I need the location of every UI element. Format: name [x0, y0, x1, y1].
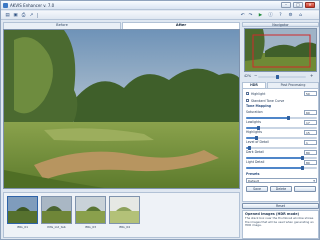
thumbnail-1[interactable] — [7, 196, 38, 224]
zoom-value: 42% — [244, 74, 252, 78]
thumbnail-image — [42, 197, 71, 223]
tone-curve-checkbox[interactable] — [246, 99, 249, 102]
thumbnail-caption: IMG_lod_tab — [47, 225, 66, 229]
param-value[interactable]: 17 — [304, 120, 317, 125]
param-slider[interactable] — [246, 115, 317, 120]
info-icon[interactable]: ⓘ — [267, 12, 274, 19]
thumbnail-image — [76, 197, 105, 223]
preset-select[interactable]: Default — [246, 178, 317, 183]
param-value[interactable]: 80 — [304, 160, 317, 165]
param-value[interactable]: 60 — [304, 110, 317, 115]
toolbar-divider — [37, 13, 38, 18]
tone-curve-label: Standard Tone Curve — [251, 98, 285, 103]
param-value[interactable]: 1 — [304, 140, 317, 145]
minimize-button[interactable]: – — [281, 2, 291, 8]
param-row: Dark Detail 80 — [246, 150, 317, 156]
zoom-in-icon[interactable]: + — [310, 73, 313, 78]
param-value[interactable]: 15 — [304, 130, 317, 135]
thumbnail-caption: IMG_03 — [84, 225, 97, 229]
maximize-button[interactable]: □ — [293, 2, 303, 8]
slider-knob[interactable] — [301, 155, 304, 160]
thumbnail-image — [8, 197, 37, 223]
right-panel: Navigator 42% − + HDR Post Processing Hi… — [242, 22, 319, 239]
highlight-checkbox[interactable] — [246, 92, 249, 95]
help-text: The stack box near the thumbnail window … — [245, 216, 314, 228]
thumbnail-caption: IMG_04 — [118, 225, 131, 229]
param-row: Light Detail 80 — [246, 160, 317, 166]
window-title: AKVIS Enhancer v. 7.0 — [10, 3, 55, 8]
zoom-out-icon[interactable]: − — [254, 73, 257, 78]
view-tabs: Before After — [3, 22, 240, 29]
open-icon[interactable]: ▤ — [4, 12, 11, 19]
slider-fill — [246, 166, 303, 169]
home-icon[interactable]: ⌂ — [297, 12, 304, 19]
thumbnail-image — [110, 197, 139, 223]
param-label: Saturation — [246, 110, 263, 114]
param-slider[interactable] — [246, 155, 317, 160]
param-label: Light Detail — [246, 160, 265, 164]
param-label: Level of Detail — [246, 140, 269, 144]
thumbnail-strip: IMG_01 IMG_lod_tab IMG_03 IMG_04 — [3, 192, 240, 238]
presets-heading: Presets — [246, 172, 260, 176]
navigator-preview[interactable] — [244, 28, 317, 72]
thumbnail-caption: IMG_01 — [16, 225, 29, 229]
tab-before[interactable]: Before — [3, 22, 121, 29]
zoom-row: 42% − + — [244, 73, 317, 80]
slider-fill — [246, 116, 289, 119]
slider-knob[interactable] — [276, 75, 279, 79]
navigator-image — [245, 29, 316, 71]
delete-preset-button[interactable]: Delete — [270, 186, 292, 192]
tab-after[interactable]: After — [122, 22, 240, 29]
save-icon[interactable]: ▣ — [12, 12, 19, 19]
print-icon[interactable]: ⎙ — [20, 12, 27, 19]
tone-mapping-heading: Tone Mapping — [246, 104, 272, 108]
settings-panel: Highlight 50 Standard Tone Curve Tone Ma… — [242, 88, 319, 202]
redo-icon[interactable]: ↷ — [247, 12, 254, 19]
slider-fill — [246, 156, 303, 159]
run-icon[interactable]: ▶ — [257, 12, 264, 19]
image-preview[interactable] — [3, 29, 240, 189]
param-row: Level of Detail 1 — [246, 140, 317, 146]
highlight-value[interactable]: 50 — [304, 91, 317, 96]
reset-preset-button[interactable] — [294, 186, 316, 192]
param-row: Saturation 60 — [246, 110, 317, 116]
slider-knob[interactable] — [255, 135, 258, 140]
thumbnail-3[interactable] — [75, 196, 106, 224]
app-logo-icon — [3, 3, 8, 8]
navigator-title: Navigator — [242, 22, 319, 27]
param-slider[interactable] — [246, 145, 317, 150]
highlight-label: Highlight — [251, 91, 266, 96]
title-bar: AKVIS Enhancer v. 7.0 – □ ✕ — [1, 1, 319, 10]
thumbnail-4[interactable] — [109, 196, 140, 224]
param-slider[interactable] — [246, 125, 317, 130]
landscape-image — [4, 30, 239, 188]
slider-knob[interactable] — [287, 115, 290, 120]
param-label: Lowlights — [246, 120, 262, 124]
help-icon[interactable]: ? — [277, 12, 284, 19]
reset-button[interactable]: Reset — [242, 203, 319, 209]
param-slider[interactable] — [246, 165, 317, 170]
slider-knob[interactable] — [248, 145, 251, 150]
app-window: AKVIS Enhancer v. 7.0 – □ ✕ ▤ ▣ ⎙ ↗ ↶ ↷ … — [0, 0, 320, 240]
slider-knob[interactable] — [256, 125, 260, 130]
param-label: Dark Detail — [246, 150, 264, 154]
save-preset-button[interactable]: Save — [246, 186, 268, 192]
highlight-row: Highlight 50 — [246, 91, 317, 97]
param-slider[interactable] — [246, 135, 317, 140]
toolbar: ▤ ▣ ⎙ ↗ ↶ ↷ ▶ ⓘ ? ⚙ ⌂ — [1, 11, 319, 20]
slider-knob[interactable] — [301, 165, 304, 170]
zoom-slider[interactable] — [258, 75, 306, 79]
param-label: Highlights — [246, 130, 263, 134]
settings-icon[interactable]: ⚙ — [287, 12, 294, 19]
param-value[interactable]: 80 — [304, 150, 317, 155]
share-icon[interactable]: ↗ — [28, 12, 35, 19]
close-button[interactable]: ✕ — [305, 2, 315, 8]
undo-icon[interactable]: ↶ — [239, 12, 246, 19]
thumbnail-2[interactable] — [41, 196, 72, 224]
help-box: Opened Images (HDR mode) The stack box n… — [242, 210, 319, 239]
